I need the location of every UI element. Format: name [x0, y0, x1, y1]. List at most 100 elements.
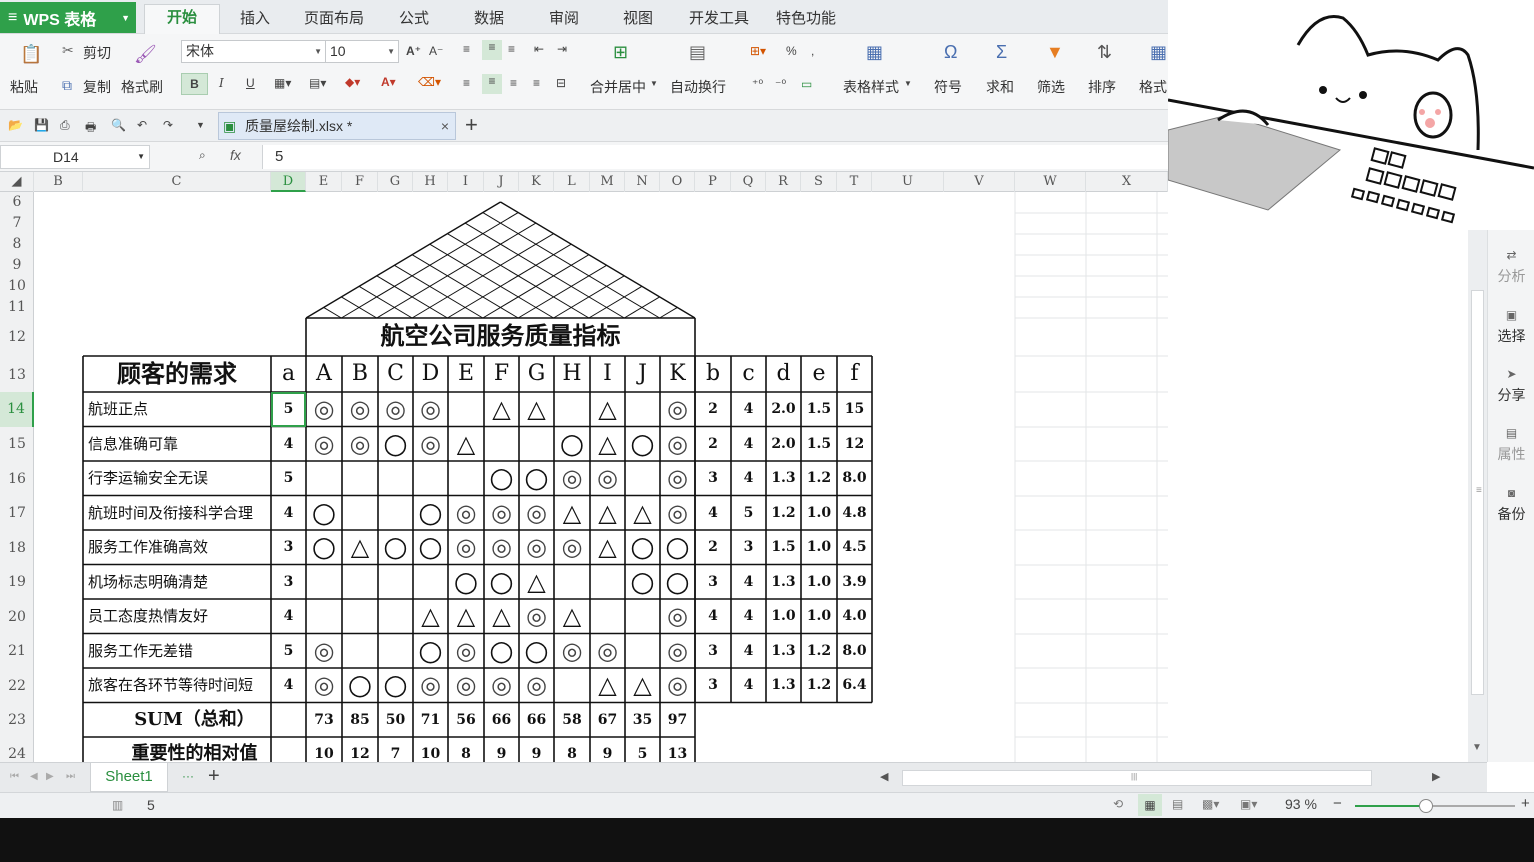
tech-column-header[interactable]: D: [413, 356, 448, 392]
weight-cell[interactable]: 12: [837, 427, 872, 462]
relative-importance-cell[interactable]: 9: [484, 737, 519, 762]
row-header[interactable]: 18: [0, 540, 34, 556]
relationship-cell[interactable]: △: [625, 668, 660, 703]
side-select-button[interactable]: ▣ 选择: [1488, 308, 1534, 346]
sum-cell[interactable]: 97: [660, 703, 695, 738]
cut-button[interactable]: 剪切: [83, 43, 111, 63]
relationship-cell[interactable]: [342, 565, 378, 600]
relationship-cell[interactable]: ◎: [554, 530, 590, 565]
customer-need-label[interactable]: 信息准确可靠: [83, 427, 271, 462]
weight-cell[interactable]: 1.2: [801, 668, 837, 703]
indent-decrease-icon[interactable]: ⇤: [534, 42, 544, 56]
format-painter-button[interactable]: 格式刷: [121, 77, 163, 97]
table-style-button[interactable]: 表格样式: [843, 77, 899, 97]
row-header[interactable]: 13: [0, 367, 34, 383]
relationship-cell[interactable]: [342, 634, 378, 669]
tab-special[interactable]: 特色功能: [754, 6, 858, 34]
weight-cell[interactable]: 4.0: [837, 599, 872, 634]
weight-cell[interactable]: 2: [695, 427, 731, 462]
fx-icon[interactable]: fx: [230, 147, 241, 163]
tech-column-header[interactable]: E: [448, 356, 484, 392]
relative-importance-cell[interactable]: 10: [306, 737, 342, 762]
relationship-cell[interactable]: ◎: [413, 392, 448, 427]
weight-cell[interactable]: 5: [731, 496, 766, 531]
row-header[interactable]: 9: [0, 257, 34, 273]
column-a-header[interactable]: a: [271, 356, 306, 392]
column-header[interactable]: M: [590, 172, 625, 192]
importance-cell[interactable]: 4: [271, 496, 306, 531]
font-color-icon[interactable]: A▾: [381, 75, 396, 89]
distribute-icon[interactable]: ⊟: [556, 76, 566, 90]
relationship-cell[interactable]: [590, 565, 625, 600]
importance-cell[interactable]: 3: [271, 530, 306, 565]
align-right-icon[interactable]: ≡: [510, 76, 517, 90]
relationship-cell[interactable]: ◎: [519, 599, 554, 634]
paste-button[interactable]: 粘贴: [10, 77, 38, 97]
last-sheet-arrow-icon[interactable]: ⏭: [66, 771, 75, 782]
first-sheet-arrow-icon[interactable]: ⏮: [10, 771, 19, 782]
relationship-cell[interactable]: △: [590, 392, 625, 427]
fullscreen-icon[interactable]: ▣▾: [1240, 797, 1257, 811]
sum-cell[interactable]: 71: [413, 703, 448, 738]
weight-cell[interactable]: 4.8: [837, 496, 872, 531]
relationship-cell[interactable]: ○: [448, 565, 484, 600]
next-sheet-arrow-icon[interactable]: ▶: [46, 771, 54, 782]
relationship-cell[interactable]: ◎: [484, 530, 519, 565]
italic-button[interactable]: I: [219, 76, 224, 90]
weight-column-header[interactable]: e: [801, 356, 837, 392]
align-bottom-icon[interactable]: ≡: [508, 42, 515, 56]
format-button[interactable]: 格式: [1139, 77, 1167, 97]
relationship-cell[interactable]: [554, 392, 590, 427]
customer-need-label[interactable]: 行李运输安全无误: [83, 461, 271, 496]
relationship-cell[interactable]: ◎: [519, 668, 554, 703]
relationship-cell[interactable]: ◎: [484, 496, 519, 531]
tab-review[interactable]: 审阅: [527, 6, 601, 34]
relationship-cell[interactable]: [378, 634, 413, 669]
relative-importance-cell[interactable]: 12: [342, 737, 378, 762]
relationship-cell[interactable]: ◎: [306, 634, 342, 669]
sum-label[interactable]: SUM（总和）: [83, 703, 306, 738]
weight-cell[interactable]: 3: [695, 565, 731, 600]
relationship-cell[interactable]: [448, 392, 484, 427]
formula-input[interactable]: 5: [262, 145, 1168, 169]
relationship-cell[interactable]: [342, 461, 378, 496]
side-backup-button[interactable]: ◙ 备份: [1488, 486, 1534, 524]
weight-column-header[interactable]: d: [766, 356, 801, 392]
column-header[interactable]: K: [519, 172, 554, 192]
weight-cell[interactable]: 4: [731, 461, 766, 496]
relationship-cell[interactable]: ◎: [484, 668, 519, 703]
relationship-cell[interactable]: [306, 461, 342, 496]
row-header[interactable]: 16: [0, 471, 34, 487]
relationship-cell[interactable]: △: [519, 565, 554, 600]
select-all-corner[interactable]: ◢: [0, 172, 34, 192]
relationship-cell[interactable]: ◎: [378, 392, 413, 427]
percent-button[interactable]: %: [786, 44, 797, 58]
relationship-cell[interactable]: ◎: [342, 427, 378, 462]
weight-cell[interactable]: 3: [695, 461, 731, 496]
customer-need-label[interactable]: 机场标志明确清楚: [83, 565, 271, 600]
decrease-font-icon[interactable]: A⁻: [429, 44, 443, 58]
customer-need-label[interactable]: 航班时间及衔接科学合理: [83, 496, 271, 531]
scroll-down-arrow-icon[interactable]: ▼: [1472, 742, 1482, 753]
relationship-cell[interactable]: ◎: [660, 496, 695, 531]
row-header[interactable]: 10: [0, 278, 34, 294]
relationship-cell[interactable]: △: [625, 496, 660, 531]
relationship-cell[interactable]: [306, 599, 342, 634]
relationship-cell[interactable]: ○: [413, 496, 448, 531]
relative-importance-cell[interactable]: 8: [448, 737, 484, 762]
weight-cell[interactable]: 4: [731, 599, 766, 634]
align-center-icon[interactable]: ≡: [482, 74, 502, 94]
wps-app-menu-button[interactable]: ≡ WPS 表格 ▼: [0, 2, 136, 33]
relationship-cell[interactable]: [448, 461, 484, 496]
relationship-cell[interactable]: ○: [625, 530, 660, 565]
relationship-cell[interactable]: △: [554, 599, 590, 634]
relative-importance-cell[interactable]: 9: [590, 737, 625, 762]
column-header[interactable]: I: [448, 172, 484, 192]
relationship-cell[interactable]: △: [554, 496, 590, 531]
weight-column-header[interactable]: f: [837, 356, 872, 392]
customer-need-label[interactable]: 服务工作无差错: [83, 634, 271, 669]
customer-need-label[interactable]: 员工态度热情友好: [83, 599, 271, 634]
relationship-cell[interactable]: ○: [484, 461, 519, 496]
relationship-cell[interactable]: ○: [378, 427, 413, 462]
weight-cell[interactable]: 4: [731, 565, 766, 600]
